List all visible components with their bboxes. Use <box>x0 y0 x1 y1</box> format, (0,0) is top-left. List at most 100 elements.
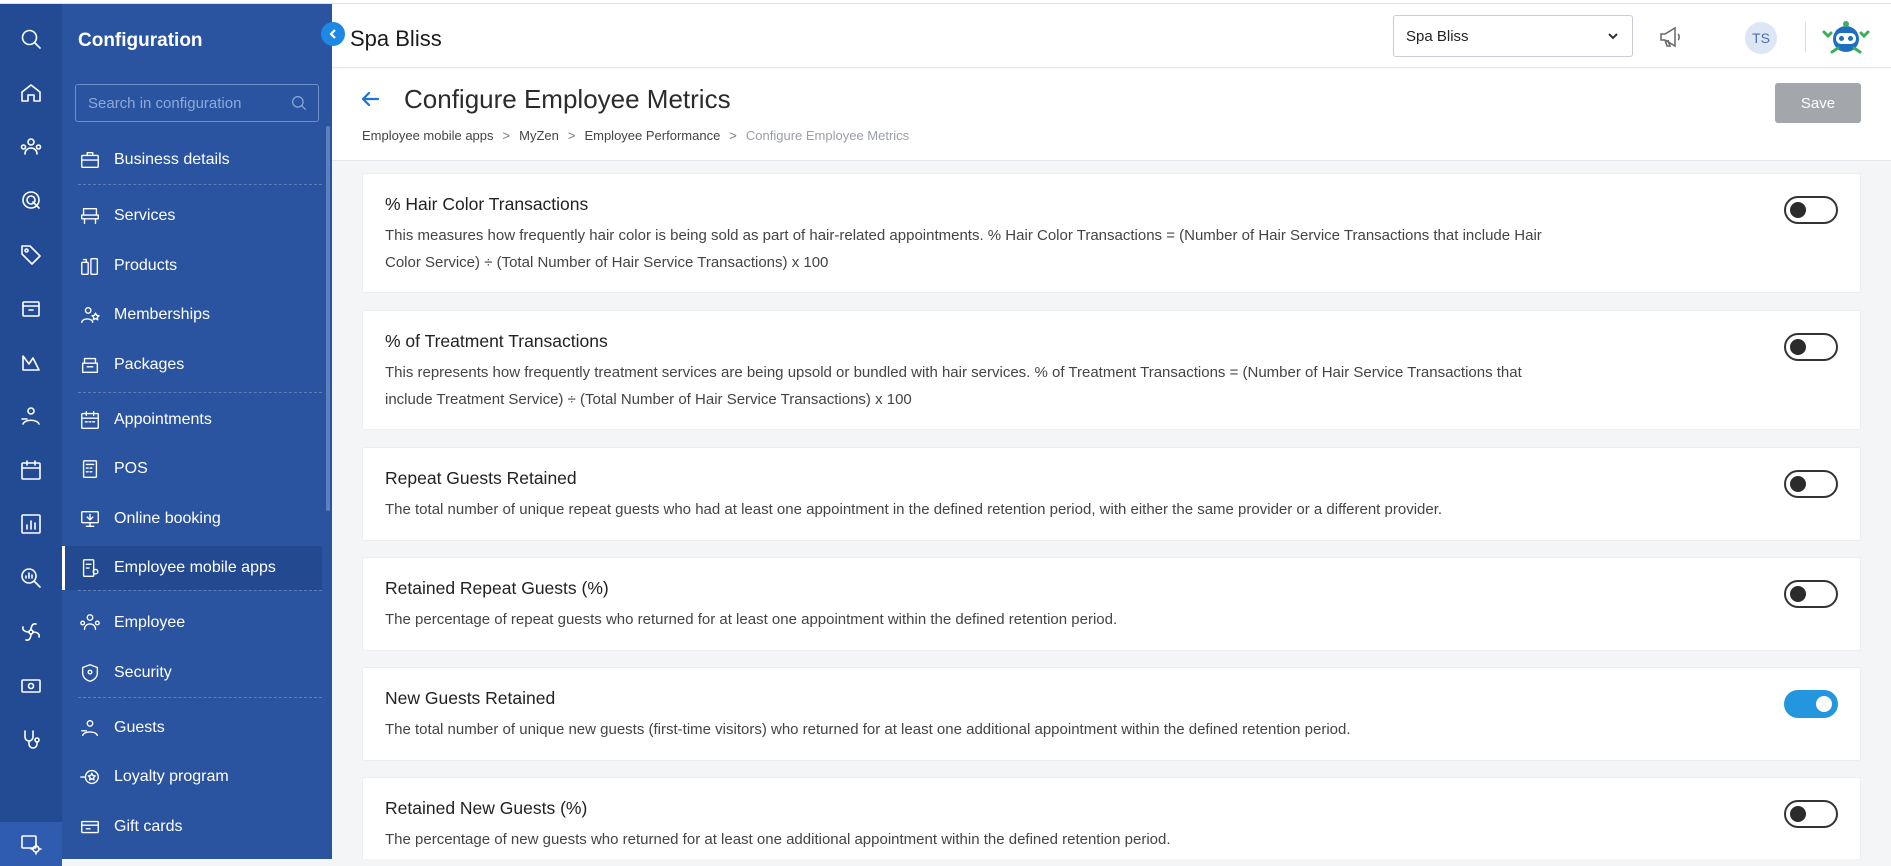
metric-card-repeat-guests-retained: Repeat Guests Retained The total number … <box>362 447 1861 541</box>
metric-description: The percentage of repeat guests who retu… <box>385 611 1118 628</box>
metric-description: The percentage of new guests who returne… <box>385 831 1171 848</box>
config-item-label: Services <box>114 207 176 224</box>
metric-toggle[interactable] <box>1784 580 1838 608</box>
back-arrow-icon[interactable] <box>358 87 382 111</box>
menu-divider <box>78 184 322 185</box>
chevron-down-icon <box>1606 29 1620 47</box>
metric-toggle[interactable] <box>1784 196 1838 224</box>
config-item-loyalty-program[interactable]: Loyalty program <box>62 755 322 799</box>
health-icon[interactable] <box>17 726 45 754</box>
tag-icon[interactable] <box>17 240 45 268</box>
metric-description: The total number of unique repeat guests… <box>385 501 1443 518</box>
metric-title: Retained Repeat Guests (%) <box>385 578 609 598</box>
metric-title: New Guests Retained <box>385 688 556 708</box>
calendar-rail-icon[interactable] <box>17 456 45 484</box>
config-item-employee-mobile-apps[interactable]: Employee mobile apps <box>62 546 322 590</box>
team-icon[interactable] <box>17 133 45 161</box>
analytics-icon[interactable] <box>17 564 45 592</box>
configuration-search-input[interactable] <box>88 94 278 112</box>
scrollbar[interactable] <box>326 126 330 511</box>
configuration-icon[interactable] <box>17 830 45 858</box>
config-item-business-details[interactable]: Business details <box>62 138 322 182</box>
membership-icon <box>78 303 102 327</box>
breadcrumb: Employee mobile apps > MyZen > Employee … <box>362 128 909 143</box>
metric-toggle[interactable] <box>1784 333 1838 361</box>
metric-title: % Hair Color Transactions <box>385 194 589 214</box>
location-select-value: Spa Bliss <box>1406 27 1469 45</box>
config-item-label: Employee mobile apps <box>114 559 276 576</box>
inventory-icon[interactable] <box>17 294 45 322</box>
reports-icon[interactable] <box>17 348 45 376</box>
configuration-title: Configuration <box>78 30 203 51</box>
settings-fan-icon[interactable] <box>17 618 45 646</box>
page-header: Configure Employee Metrics Employee mobi… <box>332 69 1891 161</box>
metrics-list: % Hair Color Transactions This measures … <box>332 161 1891 859</box>
menu-divider <box>78 590 322 591</box>
gift-card-icon <box>78 815 102 839</box>
breadcrumb-separator: > <box>502 128 511 143</box>
config-item-products[interactable]: Products <box>62 244 322 288</box>
search-icon[interactable] <box>290 94 308 117</box>
breadcrumb-item[interactable]: Employee mobile apps <box>362 128 494 143</box>
config-item-label: Products <box>114 257 178 274</box>
calendar-icon <box>78 408 102 432</box>
configuration-panel: Configuration Business details Services … <box>62 0 332 859</box>
breadcrumb-current: Configure Employee Metrics <box>745 128 910 143</box>
breadcrumb-item[interactable]: MyZen <box>519 128 559 143</box>
metric-title: % of Treatment Transactions <box>385 331 608 351</box>
chevron-left-icon <box>329 29 336 39</box>
icon-rail <box>0 0 62 866</box>
config-item-appointments[interactable]: Appointments <box>62 398 322 442</box>
pos-icon <box>78 457 102 481</box>
top-bar: Spa Bliss Spa Bliss TS <box>332 4 1891 68</box>
config-item-security[interactable]: Security <box>62 651 322 695</box>
config-item-memberships[interactable]: Memberships <box>62 293 322 337</box>
config-item-packages[interactable]: Packages <box>62 343 322 387</box>
menu-divider <box>78 697 322 698</box>
config-item-services[interactable]: Services <box>62 194 322 238</box>
config-item-label: Security <box>114 664 172 681</box>
megaphone-icon[interactable] <box>1657 24 1683 50</box>
brand-name: Spa Bliss <box>350 26 442 51</box>
metric-toggle[interactable] <box>1784 690 1838 718</box>
location-select[interactable]: Spa Bliss <box>1393 15 1633 57</box>
marketing-icon[interactable] <box>17 186 45 214</box>
metric-description: This measures how frequently hair color … <box>385 227 1542 271</box>
metric-card-retained-new-guests: Retained New Guests (%) The percentage o… <box>362 777 1861 859</box>
config-item-label: Memberships <box>114 306 211 323</box>
assistant-bot-icon[interactable] <box>1818 18 1874 58</box>
briefcase-icon <box>78 148 102 172</box>
config-item-online-booking[interactable]: Online booking <box>62 497 322 541</box>
configuration-search[interactable] <box>75 84 319 122</box>
config-item-employee[interactable]: Employee <box>62 601 322 645</box>
config-item-label: Online booking <box>114 510 221 527</box>
metric-toggle[interactable] <box>1784 470 1838 498</box>
config-item-label: Business details <box>114 151 230 168</box>
config-item-pos[interactable]: POS <box>62 447 322 491</box>
breadcrumb-separator: > <box>567 128 576 143</box>
config-item-guests[interactable]: Guests <box>62 706 322 750</box>
search-icon[interactable] <box>17 25 45 53</box>
page-title: Configure Employee Metrics <box>404 84 731 114</box>
config-item-label: Employee <box>114 614 186 631</box>
shield-icon <box>78 661 102 685</box>
config-item-gift-cards[interactable]: Gift cards <box>62 805 322 849</box>
collapse-panel-button[interactable] <box>321 22 345 46</box>
loyalty-icon <box>78 765 102 789</box>
home-icon[interactable] <box>17 79 45 107</box>
metric-description: The total number of unique new guests (f… <box>385 721 1351 738</box>
avatar[interactable]: TS <box>1745 22 1777 54</box>
menu-divider <box>78 392 322 393</box>
payments-icon[interactable] <box>17 672 45 700</box>
metric-title: Retained New Guests (%) <box>385 798 588 818</box>
save-button[interactable]: Save <box>1775 83 1861 123</box>
mobile-app-icon <box>78 556 102 580</box>
dashboard-icon[interactable] <box>17 510 45 538</box>
breadcrumb-item[interactable]: Employee Performance <box>584 128 720 143</box>
online-booking-icon <box>78 507 102 531</box>
guest-care-icon[interactable] <box>17 402 45 430</box>
metric-title: Repeat Guests Retained <box>385 468 577 488</box>
divider <box>1805 22 1806 52</box>
config-item-label: Appointments <box>114 411 212 428</box>
metric-toggle[interactable] <box>1784 800 1838 828</box>
